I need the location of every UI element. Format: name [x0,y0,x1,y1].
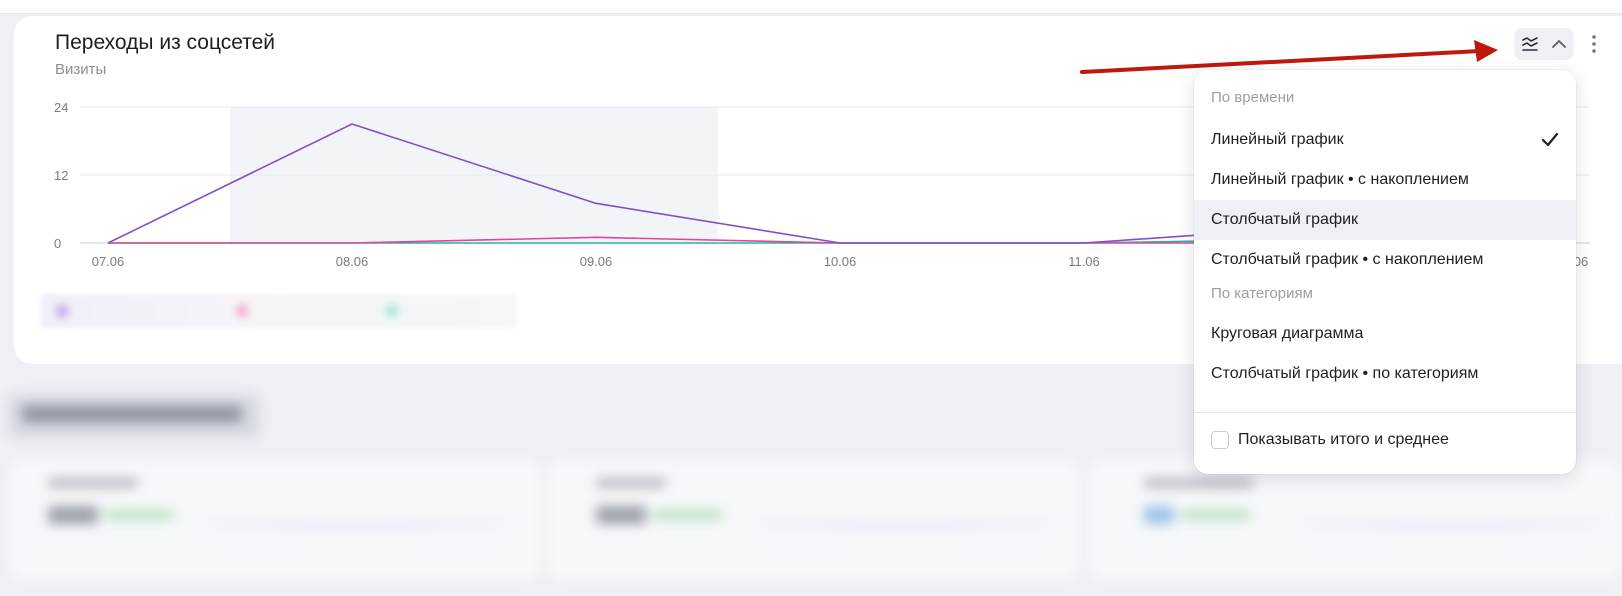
menu-item-label: Линейный график [1211,131,1344,148]
menu-item-label: Столбчатый график [1211,211,1359,228]
y-tick-label: 12 [54,168,68,183]
legend-dot-teal [385,304,399,318]
menu-section-categories: По категориям [1211,285,1313,302]
y-tick-label: 0 [54,236,61,251]
menu-section-time: По времени [1211,89,1295,106]
menu-item-line-chart[interactable]: Линейный график [1194,120,1576,160]
legend-dot-purple [55,304,69,318]
menu-item-label: Столбчатый график • с накоплением [1211,251,1484,268]
show-totals-label: Показывать итого и среднее [1238,431,1449,448]
menu-divider [1194,412,1576,413]
x-tick-label: 08.06 [336,254,369,269]
chart-legend[interactable] [41,294,517,328]
menu-item-label: Круговая диаграмма [1211,325,1364,342]
show-totals-toggle[interactable]: Показывать итого и среднее [1211,425,1449,455]
x-tick-label: 07.06 [92,254,125,269]
legend-dot-pink [235,304,249,318]
chart-type-menu: По времени Линейный график Линейный граф… [1194,70,1576,474]
checkmark-icon [1541,132,1559,147]
menu-item-label: Линейный график • с накоплением [1211,171,1469,188]
menu-item-line-chart-stacked[interactable]: Линейный график • с накоплением [1194,160,1576,200]
menu-item-bar-by-categories[interactable]: Столбчатый график • по категориям [1194,354,1576,394]
menu-item-bar-chart-stacked[interactable]: Столбчатый график • с накоплением [1194,240,1576,280]
show-totals-checkbox[interactable] [1211,431,1229,449]
x-tick-label: 10.06 [824,254,857,269]
menu-item-bar-chart[interactable]: Столбчатый график [1194,200,1576,240]
menu-item-pie-chart[interactable]: Круговая диаграмма [1194,314,1576,354]
menu-item-label: Столбчатый график • по категориям [1211,365,1479,382]
x-tick-label: 11.06 [1068,254,1100,269]
x-tick-label: 09.06 [580,254,613,269]
